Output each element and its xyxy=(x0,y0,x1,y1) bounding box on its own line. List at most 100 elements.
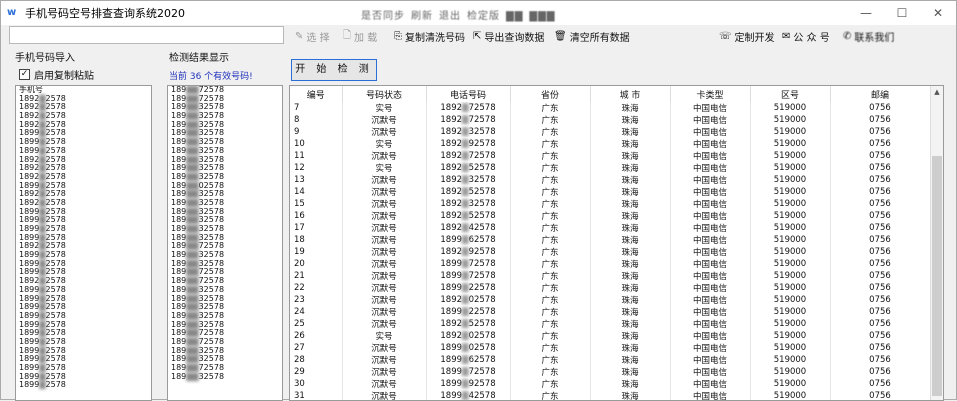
column-header[interactable]: 卡类型 xyxy=(670,86,751,102)
maximize-button[interactable]: ☐ xyxy=(884,1,920,25)
number-prefix: 189 xyxy=(171,250,187,260)
table-row[interactable]: 12 实号 1892▇52578 广东 珠海 中国电信 519000 0756 xyxy=(290,162,931,174)
title-menu-item[interactable]: ▇▇ xyxy=(506,11,523,22)
load-button[interactable]: 🗋 加 载 xyxy=(343,29,377,44)
table-row[interactable]: 7 实号 1892▇72578 广东 珠海 中国电信 519000 0756 xyxy=(290,102,931,114)
table-row[interactable]: 24 沉默号 1899▇22578 广东 珠海 中国电信 519000 0756 xyxy=(290,306,931,318)
column-header[interactable]: 邮编 xyxy=(830,86,931,102)
table-row[interactable]: 29 沉默号 1899▇72578 广东 珠海 中国电信 519000 0756 xyxy=(290,366,931,378)
table-row[interactable]: 22 沉默号 1899▇22578 广东 珠海 中国电信 519000 0756 xyxy=(290,282,931,294)
number-prefix: 189 xyxy=(171,111,187,121)
cell-zip: 0756 xyxy=(830,246,931,258)
phone-masked: ▇ xyxy=(462,295,469,305)
clear-button[interactable]: 🗑 清空所有数据 xyxy=(554,29,630,44)
minimize-button[interactable]: — xyxy=(848,1,884,25)
clipboard-checkbox-row[interactable]: ✓ 启用复制粘贴 xyxy=(19,67,94,82)
number-masked: ▇ xyxy=(39,197,46,207)
import-group-label: 手机号码导入 xyxy=(15,53,75,64)
phone-suffix: 72578 xyxy=(468,115,496,125)
cell-zip: 0756 xyxy=(830,342,931,354)
number-prefix: 189 xyxy=(171,241,187,251)
cell-phone: 1892▇42578 xyxy=(426,222,511,234)
cell-status: 沉默号 xyxy=(342,114,427,126)
table-row[interactable]: 28 沉默号 1899▇62578 广东 珠海 中国电信 519000 0756 xyxy=(290,354,931,366)
table-row[interactable]: 19 沉默号 1892▇92578 广东 珠海 中国电信 519000 0756 xyxy=(290,246,931,258)
number-masked: ▇▇ xyxy=(186,371,199,381)
table-row[interactable]: 18 沉默号 1899▇62578 广东 珠海 中国电信 519000 0756 xyxy=(290,234,931,246)
cell-card-type: 中国电信 xyxy=(670,150,751,162)
cell-phone: 1899▇62578 xyxy=(426,354,511,366)
export-button[interactable]: ⇱ 导出查询数据 xyxy=(473,29,544,44)
phone-suffix: 92578 xyxy=(468,379,496,389)
table-row[interactable]: 10 实号 1892▇92578 广东 珠海 中国电信 519000 0756 xyxy=(290,138,931,150)
result-number-list[interactable]: 189▇▇72578 189▇▇72578 189▇▇32578 189▇▇32578… xyxy=(167,85,283,401)
title-menu-item[interactable]: 是否同步 xyxy=(361,11,405,22)
cell-province: 广东 xyxy=(510,222,591,234)
cell-city: 珠海 xyxy=(590,162,671,174)
clipboard-checkbox[interactable]: ✓ xyxy=(19,69,30,80)
cell-city: 珠海 xyxy=(590,210,671,222)
table-row[interactable]: 11 沉默号 1892▇72578 广东 珠海 中国电信 519000 0756 xyxy=(290,150,931,162)
table-row[interactable]: 27 沉默号 1899▇02578 广东 珠海 中国电信 519000 0756 xyxy=(290,342,931,354)
phone-suffix: 92578 xyxy=(468,247,496,257)
table-row[interactable]: 16 沉默号 1892▇52578 广东 珠海 中国电信 519000 0756 xyxy=(290,210,931,222)
number-prefix: 189 xyxy=(171,302,187,312)
table-row[interactable]: 20 沉默号 1899▇72578 广东 珠海 中国电信 519000 0756 xyxy=(290,258,931,270)
list-item[interactable]: 189▇▇32578 xyxy=(168,371,282,382)
table-row[interactable]: 26 实号 1892▇02578 广东 珠海 中国电信 519000 0756 xyxy=(290,330,931,342)
title-menu-item[interactable]: ▇▇▇ xyxy=(529,11,555,22)
title-menu-item[interactable]: 退出 xyxy=(439,11,461,22)
table-row[interactable]: 14 沉默号 1892▇52578 广东 珠海 中国电信 519000 0756 xyxy=(290,186,931,198)
select-button[interactable]: ✎ 选 择 xyxy=(295,29,330,44)
cell-zip: 0756 xyxy=(830,138,931,150)
table-row[interactable]: 23 沉默号 1892▇02578 广东 珠海 中国电信 519000 0756 xyxy=(290,294,931,306)
custom-dev-button[interactable]: ☏ 定制开发 xyxy=(719,29,775,44)
list-item[interactable]: 1899▇2578 xyxy=(16,381,151,390)
cell-area-code: 519000 xyxy=(750,114,831,126)
phone-prefix: 1892 xyxy=(440,247,463,257)
cell-phone: 1899▇62578 xyxy=(426,234,511,246)
column-header[interactable]: 号码状态 xyxy=(342,86,427,102)
table-row[interactable]: 25 沉默号 1892▇52578 广东 珠海 中国电信 519000 0756 xyxy=(290,318,931,330)
table-row[interactable]: 31 沉默号 1899▇42578 广东 珠海 中国电信 519000 0756 xyxy=(290,390,931,400)
phone-prefix: 1892 xyxy=(440,163,463,173)
column-header[interactable]: 编号 xyxy=(290,86,343,102)
phone-masked: ▇ xyxy=(462,259,469,269)
contact-button[interactable]: ✆ 联系我们 xyxy=(843,29,894,44)
title-menu-item[interactable]: 刷新 xyxy=(411,11,433,22)
number-prefix: 1892 xyxy=(19,111,40,121)
phone-suffix: 22578 xyxy=(468,283,496,293)
public-account-button[interactable]: ✉ 公 众 号 xyxy=(782,29,830,44)
cell-zip: 0756 xyxy=(830,102,931,114)
column-header[interactable]: 区号 xyxy=(750,86,831,102)
cell-area-code: 519000 xyxy=(750,390,831,400)
column-header[interactable]: 电话号码 xyxy=(426,86,511,102)
copy-clean-button[interactable]: ⎘ 复制清洗号码 xyxy=(394,29,465,44)
table-scrollbar[interactable]: ▲ xyxy=(930,86,943,400)
table-row[interactable]: 9 沉默号 1892▇32578 广东 珠海 中国电信 519000 0756 xyxy=(290,126,931,138)
phone-masked: ▇ xyxy=(462,199,469,209)
scroll-thumb[interactable] xyxy=(932,156,942,396)
number-prefix: 189 xyxy=(171,336,187,346)
start-check-button[interactable]: 开 始 检 测 xyxy=(291,59,377,81)
cell-zip: 0756 xyxy=(830,174,931,186)
cell-area-code: 519000 xyxy=(750,102,831,114)
scroll-up-icon[interactable]: ▲ xyxy=(931,86,943,99)
phone-suffix: 52578 xyxy=(468,163,496,173)
import-number-list[interactable]: 手机号 1892▇2578 1892▇2578 1892▇2578 1892▇2578 1… xyxy=(15,85,152,401)
column-header[interactable]: 城 市 xyxy=(590,86,671,102)
close-button[interactable]: ✕ xyxy=(920,1,956,25)
table-row[interactable]: 30 沉默号 1899▇92578 广东 珠海 中国电信 519000 0756 xyxy=(290,378,931,390)
table-row[interactable]: 21 沉默号 1899▇72578 广东 珠海 中国电信 519000 0756 xyxy=(290,270,931,282)
table-row[interactable]: 8 沉默号 1892▇72578 广东 珠海 中国电信 519000 0756 xyxy=(290,114,931,126)
cell-index: 31 xyxy=(290,390,343,400)
number-input-box[interactable] xyxy=(9,26,284,44)
column-header[interactable]: 省份 xyxy=(510,86,591,102)
table-row[interactable]: 15 沉默号 1892▇32578 广东 珠海 中国电信 519000 0756 xyxy=(290,198,931,210)
cell-index: 29 xyxy=(290,366,343,378)
title-menu-item[interactable]: 检定版 xyxy=(467,11,500,22)
table-row[interactable]: 13 沉默号 1892▇32578 广东 珠海 中国电信 519000 0756 xyxy=(290,174,931,186)
cell-phone: 1892▇52578 xyxy=(426,186,511,198)
cell-area-code: 519000 xyxy=(750,330,831,342)
table-row[interactable]: 17 沉默号 1892▇42578 广东 珠海 中国电信 519000 0756 xyxy=(290,222,931,234)
